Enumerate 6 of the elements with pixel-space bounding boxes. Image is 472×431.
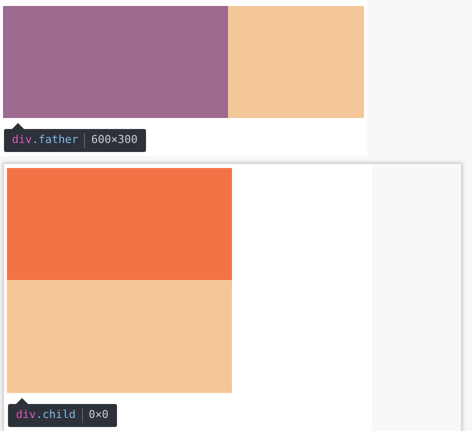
class-name: .father: [32, 132, 78, 148]
tag-name: div: [16, 407, 36, 423]
element-size: 0×0: [88, 407, 108, 423]
element-size: 600×300: [91, 132, 138, 148]
tag-name: div: [12, 132, 32, 148]
class-name: .child: [36, 407, 76, 423]
